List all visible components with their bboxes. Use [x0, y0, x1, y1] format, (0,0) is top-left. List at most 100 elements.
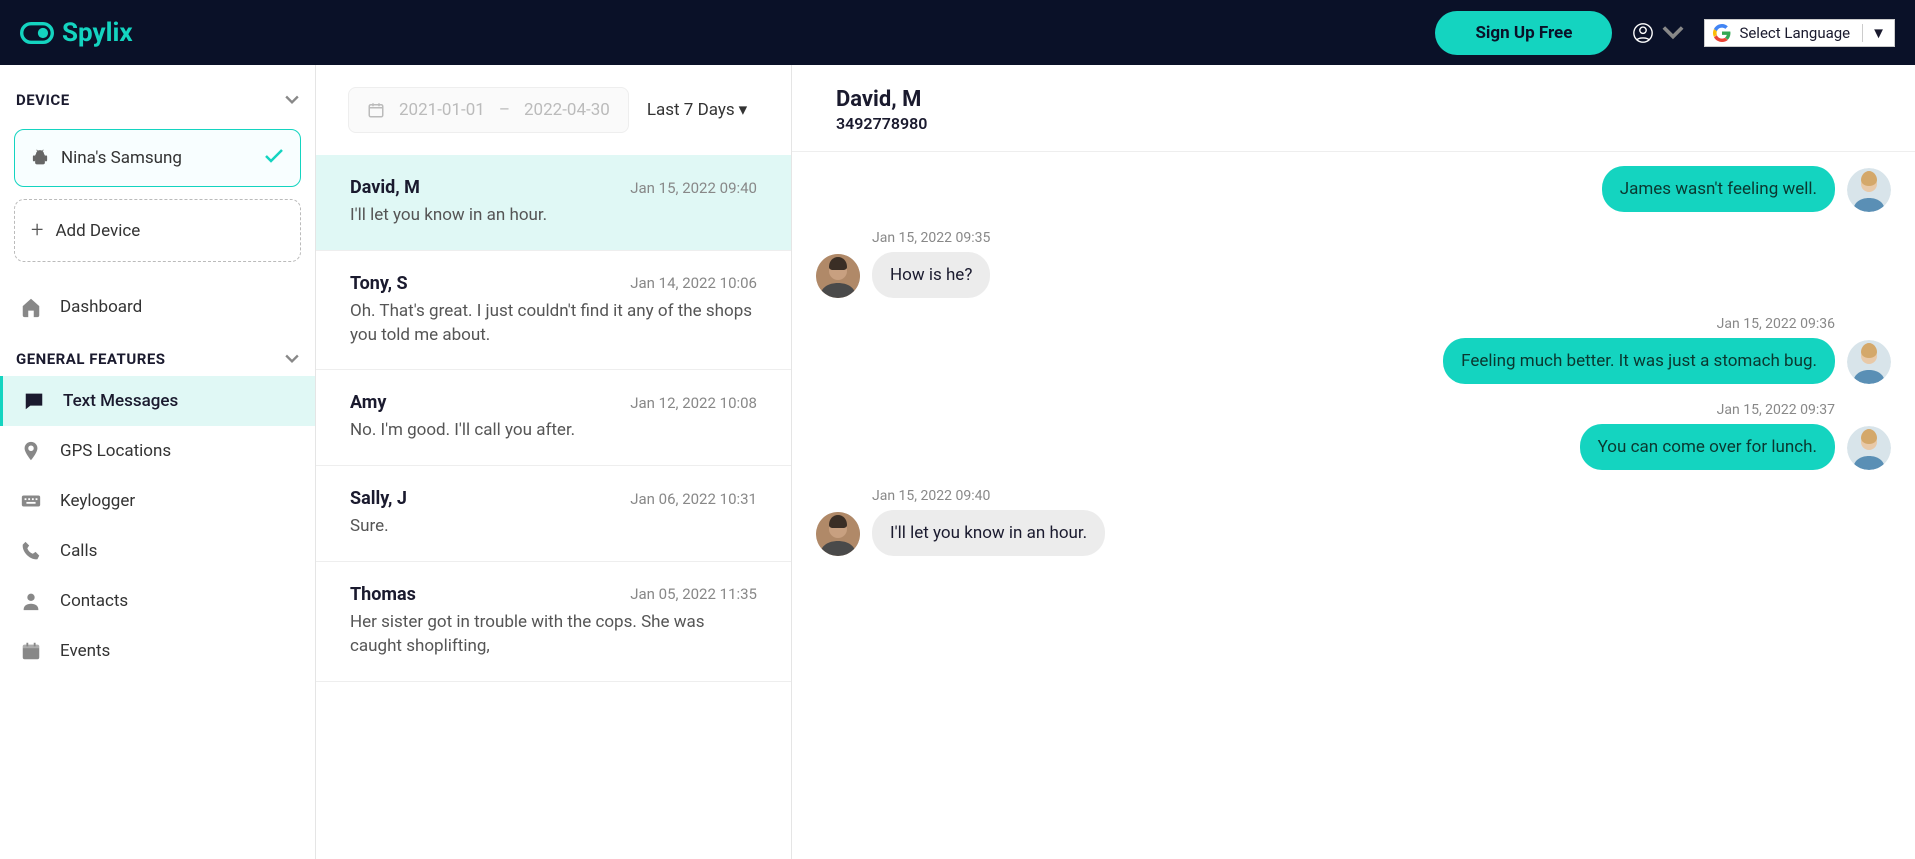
signup-button[interactable]: Sign Up Free: [1435, 11, 1612, 55]
brand-logo[interactable]: Spylix: [20, 18, 133, 48]
chevron-down-icon: [285, 352, 299, 366]
keyboard-icon: [20, 490, 42, 512]
sidebar-item-label: Contacts: [60, 591, 128, 611]
message-bubble: I'll let you know in an hour.: [872, 510, 1105, 556]
chat-header: David, M 3492778980: [792, 65, 1915, 152]
date-range-picker[interactable]: 2021-01-01 – 2022-04-30: [348, 87, 629, 133]
chevron-down-icon: [285, 93, 299, 107]
nav-dashboard[interactable]: Dashboard: [0, 282, 315, 332]
user-menu[interactable]: [1632, 22, 1684, 44]
add-device-label: Add Device: [55, 221, 140, 241]
plus-icon: +: [31, 218, 43, 243]
message-icon: [23, 390, 45, 412]
avatar: [1847, 340, 1891, 384]
conversation-preview: No. I'm good. I'll call you after.: [350, 419, 757, 443]
add-device-button[interactable]: + Add Device: [14, 199, 301, 262]
sidebar-item-label: Events: [60, 641, 110, 661]
home-icon: [20, 296, 42, 318]
android-icon: [31, 148, 49, 168]
sidebar-item-contacts[interactable]: Contacts: [0, 576, 315, 626]
features-section-label: GENERAL FEATURES: [16, 350, 166, 368]
conversation-list: 2021-01-01 – 2022-04-30 Last 7 Days ▾ Da…: [316, 65, 792, 859]
phone-icon: [20, 540, 42, 562]
message-time: Jan 15, 2022 09:36: [1717, 316, 1835, 332]
avatar: [816, 512, 860, 556]
device-section-label: DEVICE: [16, 91, 70, 109]
time-filter-label: Last 7 Days: [647, 100, 735, 120]
sidebar: DEVICE Nina's Samsung + Add Device Dashb…: [0, 65, 316, 859]
conversation-name: Sally, J: [350, 488, 407, 509]
conversation-name: Tony, S: [350, 273, 408, 294]
calendar-icon: [20, 640, 42, 662]
device-section-header[interactable]: DEVICE: [0, 83, 315, 117]
avatar: [1847, 426, 1891, 470]
dropdown-icon: ▼: [1862, 24, 1886, 42]
logo-icon: [20, 20, 54, 46]
avatar: [1847, 168, 1891, 212]
conversation-preview: Sure.: [350, 515, 757, 539]
conversation-item[interactable]: Thomas Jan 05, 2022 11:35 Her sister got i…: [316, 562, 791, 682]
message-time: Jan 15, 2022 09:37: [1717, 402, 1835, 418]
conversation-time: Jan 12, 2022 10:08: [630, 394, 757, 412]
sidebar-item-events[interactable]: Events: [0, 626, 315, 676]
brand-text: Spylix: [62, 18, 133, 48]
conversation-time: Jan 14, 2022 10:06: [630, 274, 757, 292]
date-from: 2021-01-01: [399, 100, 485, 120]
conversation-time: Jan 05, 2022 11:35: [630, 585, 757, 603]
device-card[interactable]: Nina's Samsung: [14, 129, 301, 187]
message-time: Jan 15, 2022 09:40: [872, 488, 1105, 504]
chat-contact-phone: 3492778980: [836, 114, 1871, 133]
conversation-time: Jan 15, 2022 09:40: [630, 179, 757, 197]
lang-label: Select Language: [1739, 24, 1850, 42]
sidebar-item-label: Calls: [60, 541, 97, 561]
nav-label: Dashboard: [60, 297, 142, 317]
sidebar-item-keylogger[interactable]: Keylogger: [0, 476, 315, 526]
message-row: Jan 15, 2022 09:36 Feeling much better. I…: [816, 316, 1891, 384]
conversation-preview: Oh. That's great. I just couldn't find i…: [350, 300, 757, 348]
features-section-header[interactable]: GENERAL FEATURES: [0, 342, 315, 376]
conversation-preview: I'll let you know in an hour.: [350, 204, 757, 228]
sidebar-item-calls[interactable]: Calls: [0, 526, 315, 576]
language-selector[interactable]: Select Language ▼: [1704, 19, 1895, 47]
date-to: 2022-04-30: [524, 100, 610, 120]
calendar-icon: [367, 101, 385, 119]
user-icon: [1632, 22, 1654, 44]
message-row: Jan 15, 2022 09:35 How is he?: [816, 230, 1891, 298]
chat-panel: David, M 3492778980 James wasn't feeling…: [792, 65, 1915, 859]
message-row: Jan 15, 2022 09:40 I'll let you know in a…: [816, 488, 1891, 556]
date-dash: –: [499, 100, 510, 120]
sidebar-item-gps-locations[interactable]: GPS Locations: [0, 426, 315, 476]
sidebar-item-label: Keylogger: [60, 491, 135, 511]
message-bubble: You can come over for lunch.: [1580, 424, 1835, 470]
chat-contact-name: David, M: [836, 87, 1871, 112]
conversation-toolbar: 2021-01-01 – 2022-04-30 Last 7 Days ▾: [316, 65, 791, 155]
conversation-item[interactable]: Sally, JJan 06, 2022 10:31Sure.: [316, 466, 791, 562]
chat-body: James wasn't feeling well. Jan 15, 2022 0…: [792, 152, 1915, 859]
message-row: James wasn't feeling well.: [816, 166, 1891, 212]
conversation-item[interactable]: Amy Jan 12, 2022 10:08 No. I'm good. I'll …: [316, 370, 791, 466]
message-time: Jan 15, 2022 09:35: [872, 230, 990, 246]
message-row: Jan 15, 2022 09:37 You can come over for …: [816, 402, 1891, 470]
conversation-preview: Her sister got in trouble with the cops.…: [350, 611, 757, 659]
google-icon: [1713, 24, 1731, 42]
sidebar-item-label: Text Messages: [63, 391, 178, 411]
conversation-item[interactable]: David, M Jan 15, 2022 09:40 I'll let you k…: [316, 155, 791, 251]
person-icon: [20, 590, 42, 612]
sidebar-item-text-messages[interactable]: Text Messages: [0, 376, 315, 426]
conversation-name: David, M: [350, 177, 420, 198]
time-filter-dropdown[interactable]: Last 7 Days ▾: [647, 100, 747, 120]
location-icon: [20, 440, 42, 462]
sidebar-item-label: GPS Locations: [60, 441, 171, 461]
app-header: Spylix Sign Up Free Select Language ▼: [0, 0, 1915, 65]
avatar: [816, 254, 860, 298]
conversation-name: Amy: [350, 392, 386, 413]
conversation-name: Thomas: [350, 584, 416, 605]
conversation-item[interactable]: Tony, S Jan 14, 2022 10:06 Oh. That's grea…: [316, 251, 791, 371]
chevron-down-icon: [1662, 22, 1684, 44]
message-bubble: Feeling much better. It was just a stoma…: [1443, 338, 1835, 384]
message-bubble: James wasn't feeling well.: [1602, 166, 1835, 212]
device-name: Nina's Samsung: [61, 148, 182, 168]
check-icon: [264, 148, 284, 168]
chevron-down-icon: ▾: [739, 100, 748, 120]
message-bubble: How is he?: [872, 252, 990, 298]
